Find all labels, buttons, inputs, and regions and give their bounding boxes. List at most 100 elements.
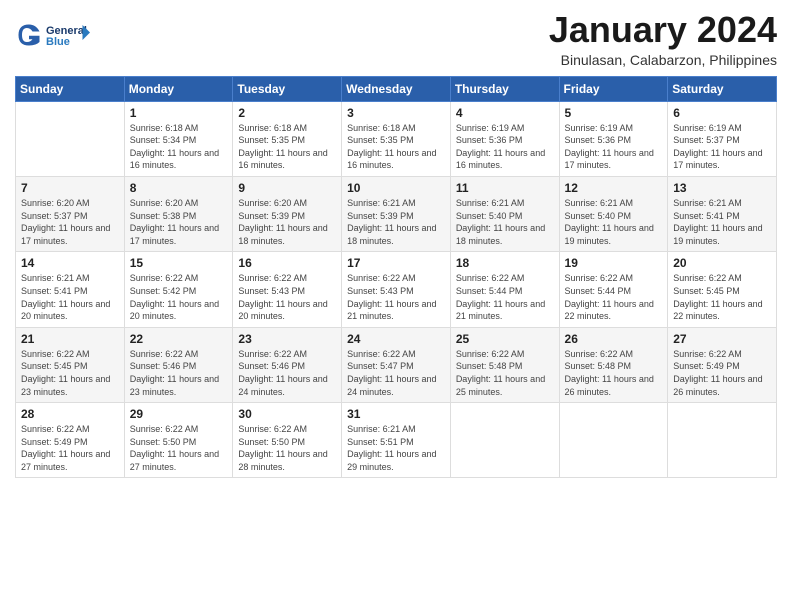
calendar-cell: 28 Sunrise: 6:22 AMSunset: 5:49 PMDayligh… (16, 403, 125, 478)
day-info: Sunrise: 6:19 AMSunset: 5:37 PMDaylight:… (673, 122, 771, 172)
logo: General Blue (15, 15, 95, 55)
day-info: Sunrise: 6:22 AMSunset: 5:46 PMDaylight:… (238, 348, 336, 398)
day-number: 24 (347, 332, 445, 346)
day-number: 28 (21, 407, 119, 421)
day-info: Sunrise: 6:22 AMSunset: 5:44 PMDaylight:… (456, 272, 554, 322)
calendar-cell (450, 403, 559, 478)
calendar-cell: 12 Sunrise: 6:21 AMSunset: 5:40 PMDayligh… (559, 176, 668, 251)
day-number: 20 (673, 256, 771, 270)
day-info: Sunrise: 6:21 AMSunset: 5:41 PMDaylight:… (21, 272, 119, 322)
calendar-cell: 22Sunrise: 6:22 AMSunset: 5:46 PMDayligh… (124, 327, 233, 402)
day-info: Sunrise: 6:22 AMSunset: 5:50 PMDaylight:… (238, 423, 336, 473)
calendar-cell: 30 Sunrise: 6:22 AMSunset: 5:50 PMDayligh… (233, 403, 342, 478)
calendar-cell: 13Sunrise: 6:21 AMSunset: 5:41 PMDayligh… (668, 176, 777, 251)
day-number: 27 (673, 332, 771, 346)
day-info: Sunrise: 6:22 AMSunset: 5:48 PMDaylight:… (456, 348, 554, 398)
day-info: Sunrise: 6:22 AMSunset: 5:43 PMDaylight:… (347, 272, 445, 322)
day-number: 25 (456, 332, 554, 346)
day-number: 16 (238, 256, 336, 270)
calendar-cell: 9Sunrise: 6:20 AMSunset: 5:39 PMDaylight… (233, 176, 342, 251)
day-info: Sunrise: 6:18 AMSunset: 5:35 PMDaylight:… (238, 122, 336, 172)
calendar-subtitle: Binulasan, Calabarzon, Philippines (549, 52, 777, 68)
day-number: 29 (130, 407, 228, 421)
day-number: 30 (238, 407, 336, 421)
calendar-cell: 17 Sunrise: 6:22 AMSunset: 5:43 PMDayligh… (342, 252, 451, 327)
weekday-header-monday: Monday (124, 76, 233, 101)
calendar-week-row: 14 Sunrise: 6:21 AMSunset: 5:41 PMDayligh… (16, 252, 777, 327)
calendar-cell: 18 Sunrise: 6:22 AMSunset: 5:44 PMDayligh… (450, 252, 559, 327)
calendar-table: SundayMondayTuesdayWednesdayThursdayFrid… (15, 76, 777, 479)
day-number: 18 (456, 256, 554, 270)
day-number: 14 (21, 256, 119, 270)
day-number: 15 (130, 256, 228, 270)
day-number: 21 (21, 332, 119, 346)
day-info: Sunrise: 6:22 AMSunset: 5:44 PMDaylight:… (565, 272, 663, 322)
day-info: Sunrise: 6:20 AMSunset: 5:39 PMDaylight:… (238, 197, 336, 247)
weekday-header-wednesday: Wednesday (342, 76, 451, 101)
logo-icon (15, 21, 43, 49)
weekday-header-sunday: Sunday (16, 76, 125, 101)
day-info: Sunrise: 6:22 AMSunset: 5:45 PMDaylight:… (21, 348, 119, 398)
day-number: 4 (456, 106, 554, 120)
day-number: 8 (130, 181, 228, 195)
day-info: Sunrise: 6:22 AMSunset: 5:49 PMDaylight:… (673, 348, 771, 398)
day-number: 10 (347, 181, 445, 195)
calendar-cell: 6 Sunrise: 6:19 AMSunset: 5:37 PMDaylight… (668, 101, 777, 176)
day-number: 26 (565, 332, 663, 346)
calendar-cell: 16 Sunrise: 6:22 AMSunset: 5:43 PMDayligh… (233, 252, 342, 327)
day-number: 2 (238, 106, 336, 120)
day-number: 19 (565, 256, 663, 270)
calendar-cell: 1Sunrise: 6:18 AMSunset: 5:34 PMDaylight… (124, 101, 233, 176)
day-info: Sunrise: 6:19 AMSunset: 5:36 PMDaylight:… (456, 122, 554, 172)
day-number: 3 (347, 106, 445, 120)
day-info: Sunrise: 6:22 AMSunset: 5:43 PMDaylight:… (238, 272, 336, 322)
day-number: 5 (565, 106, 663, 120)
calendar-cell (559, 403, 668, 478)
calendar-cell: 23 Sunrise: 6:22 AMSunset: 5:46 PMDayligh… (233, 327, 342, 402)
page: General Blue January 2024 Binulasan, Cal… (0, 0, 792, 612)
day-number: 13 (673, 181, 771, 195)
calendar-cell: 29Sunrise: 6:22 AMSunset: 5:50 PMDayligh… (124, 403, 233, 478)
svg-text:Blue: Blue (46, 36, 70, 48)
calendar-cell: 10Sunrise: 6:21 AMSunset: 5:39 PMDayligh… (342, 176, 451, 251)
generalblue-logo-svg: General Blue (45, 15, 95, 55)
calendar-cell: 2 Sunrise: 6:18 AMSunset: 5:35 PMDaylight… (233, 101, 342, 176)
day-number: 23 (238, 332, 336, 346)
calendar-cell: 5 Sunrise: 6:19 AMSunset: 5:36 PMDaylight… (559, 101, 668, 176)
day-info: Sunrise: 6:18 AMSunset: 5:35 PMDaylight:… (347, 122, 445, 172)
logo-text: General Blue (45, 15, 95, 55)
weekday-header-thursday: Thursday (450, 76, 559, 101)
calendar-cell: 14 Sunrise: 6:21 AMSunset: 5:41 PMDayligh… (16, 252, 125, 327)
day-info: Sunrise: 6:22 AMSunset: 5:49 PMDaylight:… (21, 423, 119, 473)
day-info: Sunrise: 6:18 AMSunset: 5:34 PMDaylight:… (130, 122, 228, 172)
day-info: Sunrise: 6:20 AMSunset: 5:38 PMDaylight:… (130, 197, 228, 247)
day-number: 31 (347, 407, 445, 421)
day-info: Sunrise: 6:22 AMSunset: 5:42 PMDaylight:… (130, 272, 228, 322)
calendar-week-row: 21 Sunrise: 6:22 AMSunset: 5:45 PMDayligh… (16, 327, 777, 402)
svg-text:General: General (46, 25, 87, 37)
calendar-header-row: SundayMondayTuesdayWednesdayThursdayFrid… (16, 76, 777, 101)
calendar-cell: 15 Sunrise: 6:22 AMSunset: 5:42 PMDayligh… (124, 252, 233, 327)
calendar-cell: 8 Sunrise: 6:20 AMSunset: 5:38 PMDaylight… (124, 176, 233, 251)
day-number: 12 (565, 181, 663, 195)
calendar-week-row: 28 Sunrise: 6:22 AMSunset: 5:49 PMDayligh… (16, 403, 777, 478)
header: General Blue January 2024 Binulasan, Cal… (15, 10, 777, 68)
day-number: 22 (130, 332, 228, 346)
day-info: Sunrise: 6:21 AMSunset: 5:40 PMDaylight:… (565, 197, 663, 247)
day-info: Sunrise: 6:19 AMSunset: 5:36 PMDaylight:… (565, 122, 663, 172)
title-section: January 2024 Binulasan, Calabarzon, Phil… (549, 10, 777, 68)
calendar-cell: 7Sunrise: 6:20 AMSunset: 5:37 PMDaylight… (16, 176, 125, 251)
calendar-cell: 19 Sunrise: 6:22 AMSunset: 5:44 PMDayligh… (559, 252, 668, 327)
day-number: 6 (673, 106, 771, 120)
day-info: Sunrise: 6:21 AMSunset: 5:40 PMDaylight:… (456, 197, 554, 247)
calendar-cell: 25 Sunrise: 6:22 AMSunset: 5:48 PMDayligh… (450, 327, 559, 402)
calendar-cell (668, 403, 777, 478)
calendar-cell: 31Sunrise: 6:21 AMSunset: 5:51 PMDayligh… (342, 403, 451, 478)
day-number: 17 (347, 256, 445, 270)
calendar-cell: 11 Sunrise: 6:21 AMSunset: 5:40 PMDayligh… (450, 176, 559, 251)
day-number: 11 (456, 181, 554, 195)
day-info: Sunrise: 6:20 AMSunset: 5:37 PMDaylight:… (21, 197, 119, 247)
calendar-cell: 21 Sunrise: 6:22 AMSunset: 5:45 PMDayligh… (16, 327, 125, 402)
weekday-header-saturday: Saturday (668, 76, 777, 101)
calendar-title: January 2024 (549, 10, 777, 50)
